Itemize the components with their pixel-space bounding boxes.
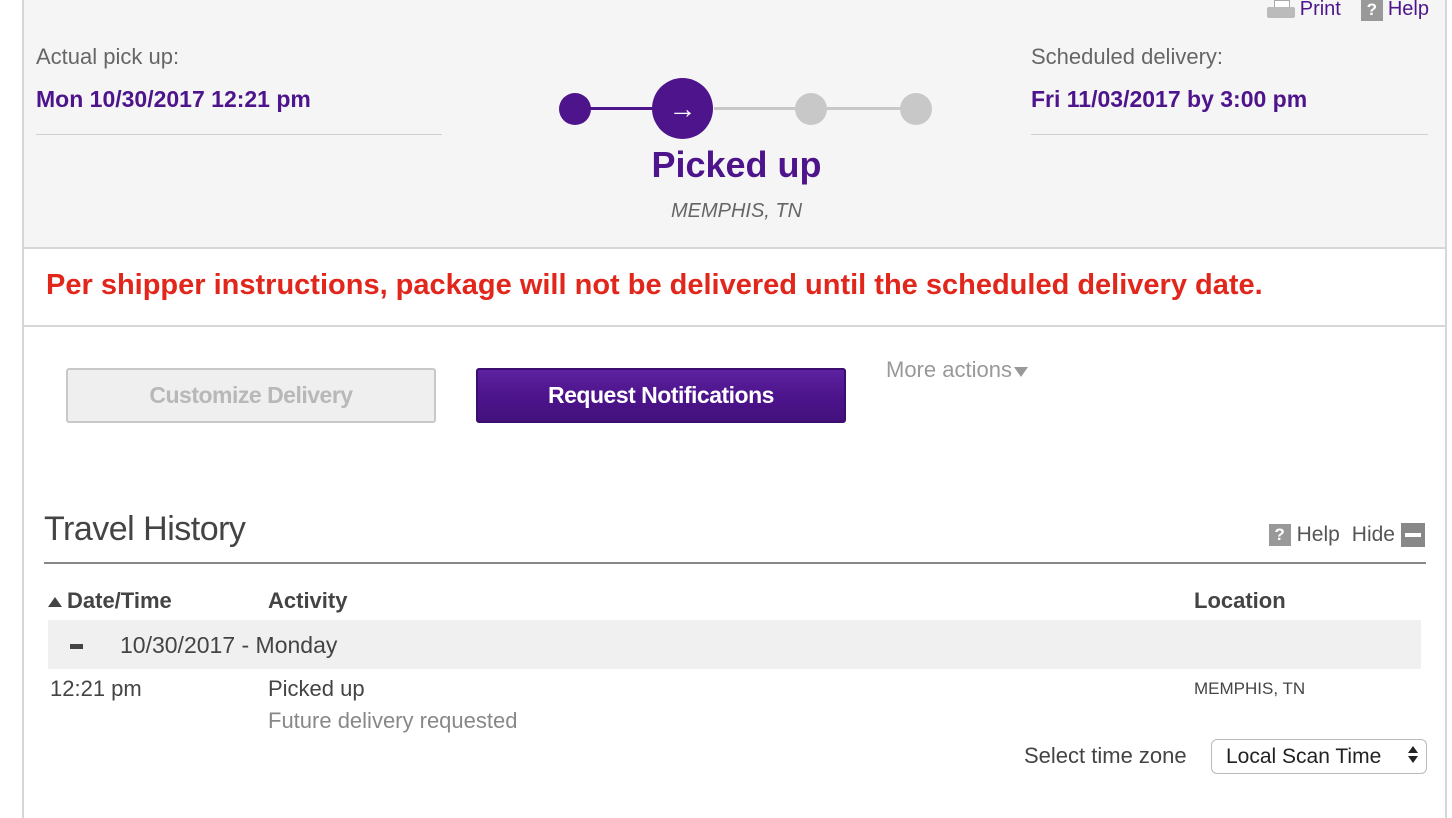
printer-icon: [1266, 0, 1295, 20]
arrow-right-icon: →: [668, 92, 697, 124]
print-link[interactable]: Print: [1266, 0, 1341, 21]
row-activity: Picked up: [268, 676, 365, 701]
pickup-divider: [36, 134, 442, 135]
day-group-label: 10/30/2017 - Monday: [120, 632, 338, 658]
pickup-date: Mon 10/30/2017 12:21 pm: [36, 86, 311, 112]
travel-history-divider: [44, 562, 1426, 564]
travel-history-hide-link[interactable]: Hide: [1352, 523, 1395, 547]
more-actions-label: More actions: [886, 357, 1012, 382]
alert-message: Per shipper instructions, package will n…: [46, 269, 1263, 301]
row-time: 12:21 pm: [50, 676, 142, 701]
progress-step-3: [795, 93, 827, 125]
timezone-select[interactable]: Local Scan Time: [1211, 739, 1427, 774]
column-header-datetime[interactable]: Date/Time: [48, 588, 172, 614]
status-title: Picked up: [651, 144, 822, 185]
delivery-divider: [1031, 134, 1428, 135]
day-group-header[interactable]: 10/30/2017 - Monday: [48, 620, 1421, 669]
help-link[interactable]: ? Help: [1360, 0, 1429, 21]
delivery-date: Fri 11/03/2017 by 3:00 pm: [1031, 86, 1308, 112]
help-icon: ?: [1360, 0, 1383, 21]
travel-history-help-link[interactable]: Help: [1297, 523, 1340, 547]
delivery-alert: Per shipper instructions, package will n…: [24, 249, 1445, 327]
request-notifications-button[interactable]: Request Notifications: [476, 368, 846, 423]
column-datetime-label: Date/Time: [67, 588, 172, 613]
print-label: Print: [1299, 0, 1341, 20]
delivery-label: Scheduled delivery:: [1031, 44, 1224, 69]
select-arrows-icon: [1408, 746, 1418, 763]
help-label: Help: [1387, 0, 1429, 20]
travel-history-title: Travel History: [44, 510, 246, 548]
sort-ascending-icon: [48, 597, 62, 608]
progress-tracker: →: [554, 75, 932, 141]
timezone-selected-value: Local Scan Time: [1226, 744, 1382, 768]
collapse-icon[interactable]: [1401, 523, 1425, 547]
utility-links: Print ? Help: [1266, 0, 1429, 21]
customize-delivery-button[interactable]: Customize Delivery: [66, 368, 436, 423]
shipment-tracking-page: Print ? Help Actual pick up: Mon 10/30/2…: [22, 0, 1447, 818]
pickup-label: Actual pick up:: [36, 44, 180, 69]
triangle-down-icon: [1013, 367, 1028, 377]
progress-step-1: [559, 93, 591, 125]
row-activity-detail: Future delivery requested: [268, 708, 518, 733]
more-actions-dropdown[interactable]: More actions: [886, 357, 1028, 383]
progress-step-4: [900, 93, 932, 125]
progress-step-2: →: [652, 78, 713, 139]
collapse-day-icon[interactable]: [70, 644, 83, 649]
row-location: MEMPHIS, TN: [1194, 679, 1306, 698]
column-header-activity: Activity: [268, 588, 348, 613]
status-location: MEMPHIS, TN: [670, 200, 803, 222]
help-icon[interactable]: ?: [1268, 524, 1291, 546]
column-header-location: Location: [1194, 588, 1286, 613]
timezone-label: Select time zone: [1024, 743, 1187, 768]
shipment-summary-panel: Print ? Help Actual pick up: Mon 10/30/2…: [24, 0, 1445, 249]
travel-history-controls: ? Help Hide: [1268, 523, 1425, 547]
